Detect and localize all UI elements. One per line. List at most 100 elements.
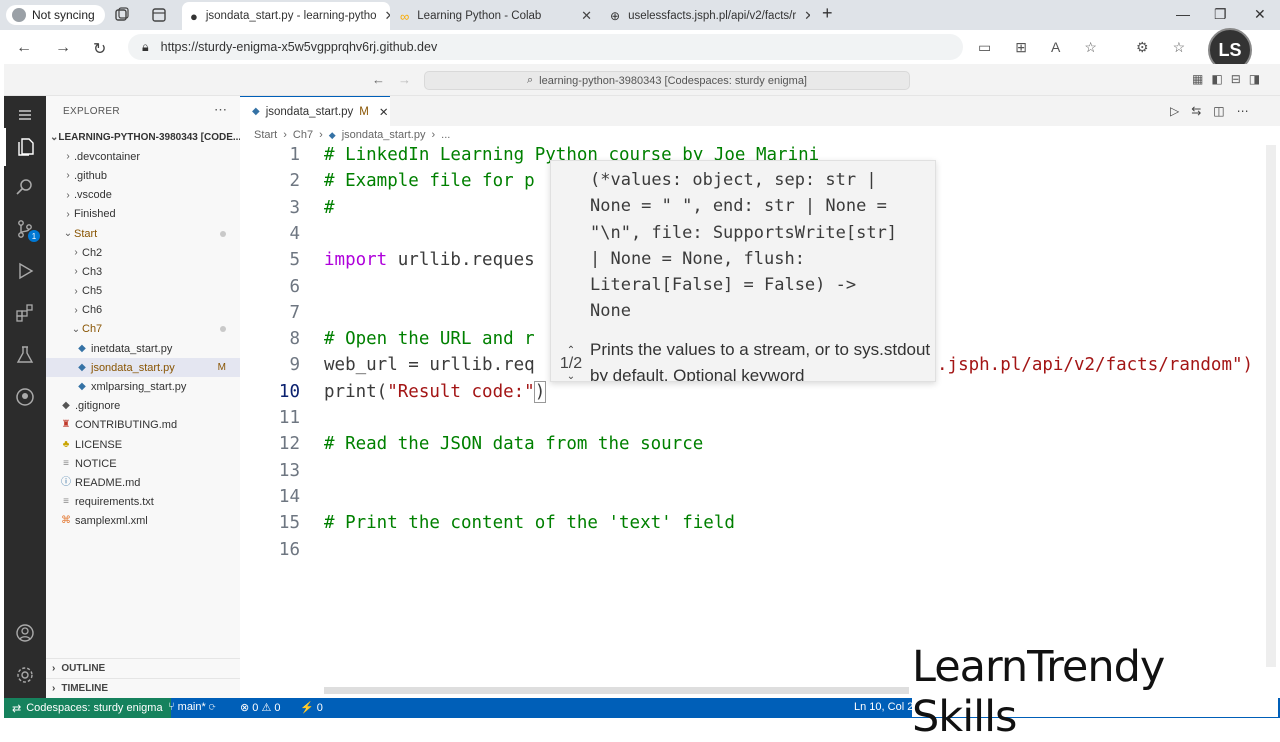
split-editor-icon[interactable]: ◫ [1213, 104, 1224, 118]
browser-tab-colab[interactable]: ∞ Learning Python - Colab ✕ [392, 2, 600, 30]
branch-indicator[interactable]: ⑂ main* ⟳ [168, 701, 215, 713]
extensions-icon[interactable]: ⚙ [1136, 39, 1149, 56]
minimize-icon[interactable]: — [1176, 6, 1190, 22]
tree-folder[interactable]: › Ch3 [46, 262, 240, 281]
source-control-icon[interactable]: 1 [4, 210, 46, 248]
settings-gear-icon[interactable] [4, 656, 46, 694]
tree-folder[interactable]: › .github [46, 166, 240, 185]
toggle-secondary-sidebar-icon[interactable]: ◨ [1249, 72, 1260, 86]
chevron-down-icon[interactable]: ⌄ [551, 372, 591, 382]
close-window-icon[interactable]: ✕ [1254, 6, 1266, 23]
tree-file[interactable]: ◆ xmlparsing_start.py [46, 377, 240, 396]
favorite-icon[interactable]: ☆ [1084, 39, 1097, 56]
more-actions-icon[interactable]: ⋯ [1237, 104, 1249, 118]
vertical-scrollbar[interactable] [1266, 145, 1276, 685]
run-icon[interactable]: ▷ [1170, 104, 1179, 118]
tree-file[interactable]: ♣ LICENSE [46, 435, 240, 454]
tree-folder[interactable]: › Ch2 [46, 243, 240, 262]
horizontal-scrollbar[interactable] [324, 687, 909, 694]
extensions-icon[interactable] [4, 294, 46, 332]
address-input[interactable]: 🔒︎ https://sturdy-enigma-x5w5vgpprqhv6rj… [128, 34, 963, 60]
chevron-right-icon: › [66, 170, 70, 182]
timeline-section[interactable]: › TIMELINE [46, 678, 240, 698]
code-line: 11 [278, 408, 300, 428]
workspaces-icon[interactable] [114, 7, 130, 23]
chevron-right-icon: › [52, 663, 56, 674]
breadcrumb-item[interactable]: Ch7 [293, 129, 313, 141]
tree-file[interactable]: ♜ CONTRIBUTING.md [46, 416, 240, 435]
command-center[interactable]: ⌕ learning-python-3980343 [Codespaces: s… [424, 71, 910, 90]
browser-tab-uselessfacts[interactable]: ⊕ uselessfacts.jsph.pl/api/v2/facts/r ✕ [602, 2, 810, 30]
signature-text: (*values: object, sep: str | None = " ", … [590, 170, 898, 322]
signature-doc: Prints the values to a stream, or to sys… [590, 340, 931, 382]
refresh-icon[interactable]: ↻ [93, 39, 106, 59]
testing-icon[interactable] [4, 336, 46, 374]
outline-section[interactable]: › OUTLINE [46, 658, 240, 678]
cursor-position[interactable]: Ln 10, Col 21 [854, 701, 919, 713]
close-tab-icon[interactable]: ✕ [804, 8, 810, 24]
tab-actions-icon[interactable] [151, 7, 167, 23]
tree-file[interactable]: ≡ requirements.txt [46, 493, 240, 512]
explorer-sidebar: EXPLORER ⋯ ⌄ LEARNING-PYTHON-3980343 [COD… [46, 96, 241, 698]
forward-icon[interactable]: → [398, 72, 411, 87]
text-file-icon: ≡ [63, 457, 69, 469]
back-icon[interactable]: ← [372, 72, 385, 87]
breadcrumb-item[interactable]: Start [254, 129, 277, 141]
apps-icon[interactable]: ⊞ [1015, 39, 1027, 56]
close-tab-icon[interactable]: ✕ [581, 8, 592, 24]
open-changes-icon[interactable]: ⇆ [1191, 104, 1201, 118]
tree-folder[interactable]: › .vscode [46, 186, 240, 205]
project-root[interactable]: ⌄ LEARNING-PYTHON-3980343 [CODE... [46, 128, 241, 147]
breadcrumb-item[interactable]: ... [441, 129, 450, 141]
forward-icon[interactable]: → [55, 39, 71, 57]
problems-indicator[interactable]: ⊗ 0 ⚠ 0 [240, 701, 281, 714]
contributing-file-icon: ♜ [61, 419, 71, 431]
chevron-up-icon[interactable]: ⌃ [551, 346, 591, 356]
search-icon[interactable] [4, 168, 46, 206]
tree-file-selected[interactable]: ◆ jsondata_start.py M [46, 358, 240, 378]
remote-indicator[interactable]: ⇄ Codespaces: sturdy enigma [4, 698, 171, 718]
toggle-sidebar-icon[interactable]: ◧ [1211, 72, 1222, 86]
lock-icon: 🔒︎ [142, 39, 149, 54]
tree-file[interactable]: ◆ inetdata_start.py [46, 339, 240, 358]
tree-file[interactable]: ⌘ samplexml.xml [46, 512, 240, 531]
tree-folder[interactable]: › Finished [46, 205, 240, 224]
clipboard-icon[interactable]: ▭ [978, 39, 991, 56]
more-actions-icon[interactable]: ⋯ [214, 102, 227, 118]
editor-actions: ▷ ⇆ ◫ ⋯ [1170, 104, 1249, 118]
browser-tab-vscode[interactable]: ● jsondata_start.py - learning-pytho ✕ [182, 2, 390, 30]
tree-folder[interactable]: › Ch5 [46, 282, 240, 301]
profile-button[interactable]: Not syncing [6, 5, 105, 25]
python-file-icon: ◆ [328, 129, 336, 140]
favorites-icon[interactable]: ☆ [1173, 39, 1186, 56]
tree-file[interactable]: ⓘ README.md [46, 473, 240, 492]
breadcrumb-item[interactable]: jsondata_start.py [342, 129, 426, 141]
ports-indicator[interactable]: ⚡ 0 [300, 701, 323, 714]
search-icon: ⌕ [526, 74, 534, 86]
globe-icon: ⊕ [610, 9, 621, 23]
toggle-panel-icon[interactable]: ⊟ [1231, 72, 1241, 86]
browser-tab-strip: Not syncing ● jsondata_start.py - learni… [0, 0, 1280, 30]
tree-file[interactable]: ◆ .gitignore [46, 397, 240, 416]
tree-file[interactable]: ≡ NOTICE [46, 454, 240, 473]
accounts-icon[interactable] [4, 614, 46, 652]
read-aloud-icon[interactable]: A [1051, 39, 1060, 56]
overload-pager[interactable]: ⌃ 1/2 ⌄ [551, 346, 591, 382]
tree-folder[interactable]: ⌄ Ch7 [46, 320, 240, 339]
close-tab-icon[interactable]: ✕ [385, 8, 390, 24]
editor-tab-jsondata[interactable]: ◆ jsondata_start.py M ✕ [240, 96, 390, 126]
back-icon[interactable]: ← [16, 39, 32, 57]
run-debug-icon[interactable] [4, 252, 46, 290]
restore-icon[interactable]: ❐ [1214, 6, 1227, 23]
tree-folder[interactable]: ⌄ Start [46, 224, 240, 243]
layout-icon[interactable]: ▦ [1192, 72, 1203, 86]
new-tab-button[interactable]: + [822, 3, 833, 24]
text-file-icon: ≡ [63, 496, 69, 508]
tree-folder[interactable]: › Ch6 [46, 301, 240, 320]
tree-folder[interactable]: › .devcontainer [46, 147, 240, 166]
vscode-title-bar: ← → ⌕ learning-python-3980343 [Codespace… [4, 64, 1280, 96]
browser-extensions: ⚙ ☆ [1136, 39, 1185, 56]
explorer-icon[interactable] [4, 128, 46, 166]
github-icon[interactable] [4, 378, 46, 416]
close-tab-icon[interactable]: ✕ [379, 105, 389, 119]
